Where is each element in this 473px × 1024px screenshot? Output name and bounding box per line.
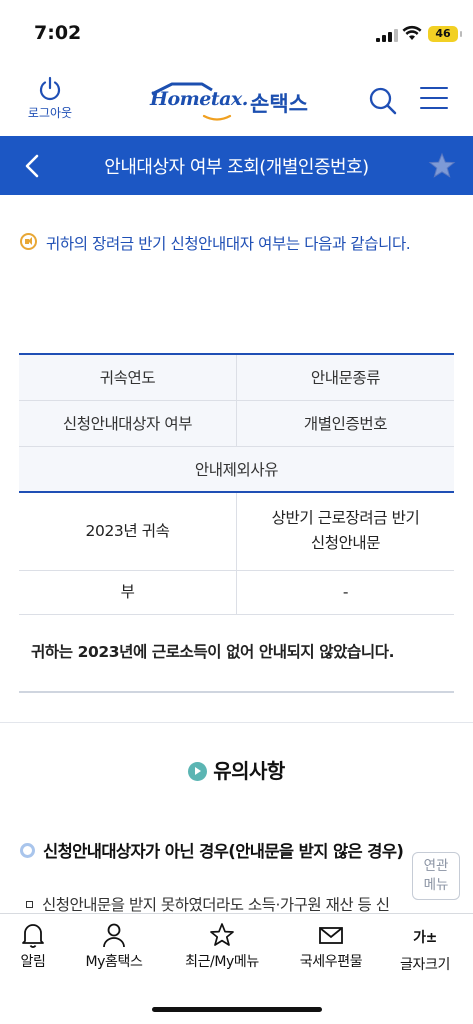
header-doc-type: 안내문종류 <box>236 353 454 401</box>
nav-item-recent-my-menu[interactable]: 최근/My메뉴 <box>177 922 267 971</box>
notes-bullet-text: 신청안내문을 받지 못하였더라도 소득·가구원 재산 등 신 <box>42 896 390 914</box>
notes-title-text: 유의사항 <box>213 759 285 783</box>
home-indicator <box>152 1007 322 1012</box>
battery-indicator: 46 <box>428 26 462 42</box>
font-size-icon: 가± <box>413 930 437 946</box>
cell-target: 부 <box>19 570 237 615</box>
notes-bullet: 신청안내문을 받지 못하였더라도 소득·가구원 재산 등 신 <box>26 893 466 915</box>
header-year: 귀속연도 <box>19 353 237 401</box>
chevron-left-icon[interactable] <box>22 153 42 179</box>
speaker-icon <box>20 233 37 250</box>
brand-name-ko: 손택스 <box>250 92 308 116</box>
signal-icon <box>376 28 398 42</box>
nav-label: 최근/My메뉴 <box>185 954 259 970</box>
result-table: 귀속연도 안내문종류 신청안내대상자 여부 개별인증번호 안내제외사유 2023… <box>19 353 454 693</box>
cell-doc-type-line1: 상반기 근로장려금 반기 <box>271 509 420 528</box>
hamburger-menu-icon[interactable] <box>420 86 448 110</box>
square-bullet-icon <box>26 901 33 908</box>
table-row: 귀하는 2023년에 근로소득이 없어 안내되지 않았습니다. <box>19 614 454 693</box>
related-menu-line2: 메뉴 <box>423 877 449 893</box>
notes-subtitle-text: 신청안내대상자가 아닌 경우(안내문을 받지 않은 경우) <box>43 842 404 861</box>
wifi-icon <box>402 25 422 40</box>
brand-logo[interactable]: Hometax. 손택스 <box>150 82 330 122</box>
smile-accent-icon <box>202 114 232 121</box>
table-row: 부 - <box>19 570 454 615</box>
related-menu-button[interactable]: 연관 메뉴 <box>412 852 460 900</box>
cell-auth-no: - <box>236 570 454 615</box>
nav-item-font-size[interactable]: 가± 글자크기 <box>380 922 470 974</box>
table-row: 2023년 귀속 상반기 근로장려금 반기 신청안내문 <box>19 492 454 571</box>
nav-label: 알림 <box>20 954 46 970</box>
header-target: 신청안내대상자 여부 <box>19 400 237 447</box>
cell-doc-type: 상반기 근로장려금 반기 신청안내문 <box>236 492 454 571</box>
nav-item-my-hometax[interactable]: My홈택스 <box>69 922 159 971</box>
header-auth-no: 개별인증번호 <box>236 400 454 447</box>
bell-icon <box>22 924 44 948</box>
nav-label: 글자크기 <box>400 957 450 973</box>
notes-subtitle: 신청안내대상자가 아닌 경우(안내문을 받지 않은 경우) <box>20 838 404 862</box>
nav-label: 국세우편물 <box>299 954 363 970</box>
brand-name-en: Hometax. <box>150 88 248 110</box>
star-icon[interactable] <box>428 152 456 180</box>
app-header: 로그아웃 Hometax. 손택스 <box>0 62 473 136</box>
page-title: 안내대상자 여부 조회(개별인증번호) <box>104 157 369 178</box>
notice-text: 귀하의 장려금 반기 신청안내대자 여부는 다음과 같습니다. <box>46 235 411 253</box>
power-icon <box>39 76 61 101</box>
ring-bullet-icon <box>20 843 35 858</box>
mail-icon <box>319 927 343 944</box>
logout-button[interactable]: 로그아웃 <box>22 76 78 121</box>
page-title-bar: 안내대상자 여부 조회(개별인증번호) <box>0 136 473 195</box>
search-icon[interactable] <box>368 86 398 116</box>
nav-item-tax-mail[interactable]: 국세우편물 <box>286 922 376 971</box>
cell-year: 2023년 귀속 <box>19 492 237 571</box>
logout-label: 로그아웃 <box>27 106 73 120</box>
nav-item-alarm[interactable]: 알림 <box>0 922 78 971</box>
section-divider <box>0 722 473 723</box>
result-notice: 귀하의 장려금 반기 신청안내대자 여부는 다음과 같습니다. <box>20 230 455 259</box>
status-time: 7:02 <box>34 22 82 44</box>
notes-section-title: 유의사항 <box>0 755 473 784</box>
cell-doc-type-line2: 신청안내문 <box>310 534 381 553</box>
status-bar: 7:02 46 <box>0 0 473 62</box>
star-icon <box>210 923 234 946</box>
play-circle-icon <box>188 762 208 781</box>
related-menu-line1: 연관 <box>423 858 449 874</box>
nav-label: My홈택스 <box>85 954 143 970</box>
cell-exclusion: 귀하는 2023년에 근로소득이 없어 안내되지 않았습니다. <box>19 614 454 693</box>
person-icon <box>103 923 125 948</box>
header-exclusion: 안내제외사유 <box>19 446 454 493</box>
